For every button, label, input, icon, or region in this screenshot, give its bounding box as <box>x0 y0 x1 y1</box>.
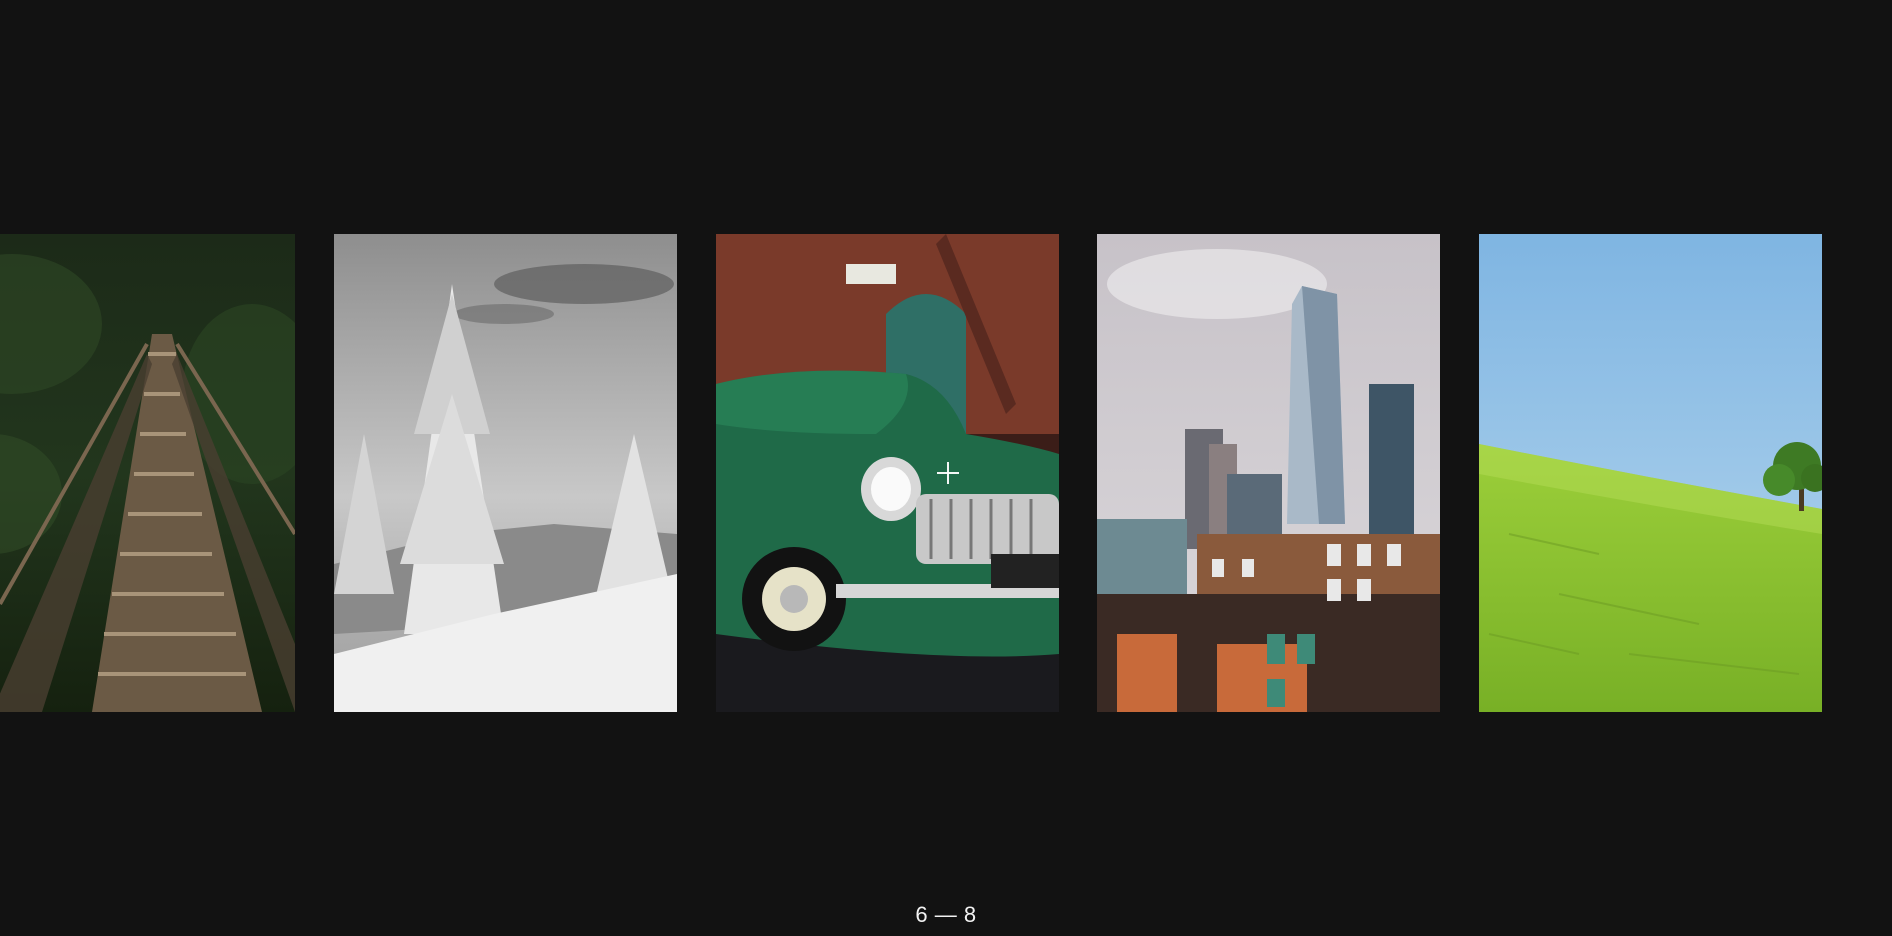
green-hill-photo-icon <box>1479 234 1822 712</box>
slide-city-skyline[interactable] <box>1097 234 1440 712</box>
slide-green-hill[interactable] <box>1479 234 1822 712</box>
city-skyline-photo-icon <box>1097 234 1440 712</box>
slide-bridge[interactable] <box>0 234 295 712</box>
slide-strip[interactable] <box>0 234 1892 712</box>
slide-counter: 6 — 8 <box>915 902 977 927</box>
gallery-stage: 6 — 8 <box>0 0 1892 936</box>
snowy-forest-photo-icon <box>334 234 677 712</box>
bridge-photo-icon <box>0 234 295 712</box>
slide-green-car[interactable] <box>716 234 1059 712</box>
slide-snowy-forest[interactable] <box>334 234 677 712</box>
green-car-photo-icon <box>716 234 1059 712</box>
